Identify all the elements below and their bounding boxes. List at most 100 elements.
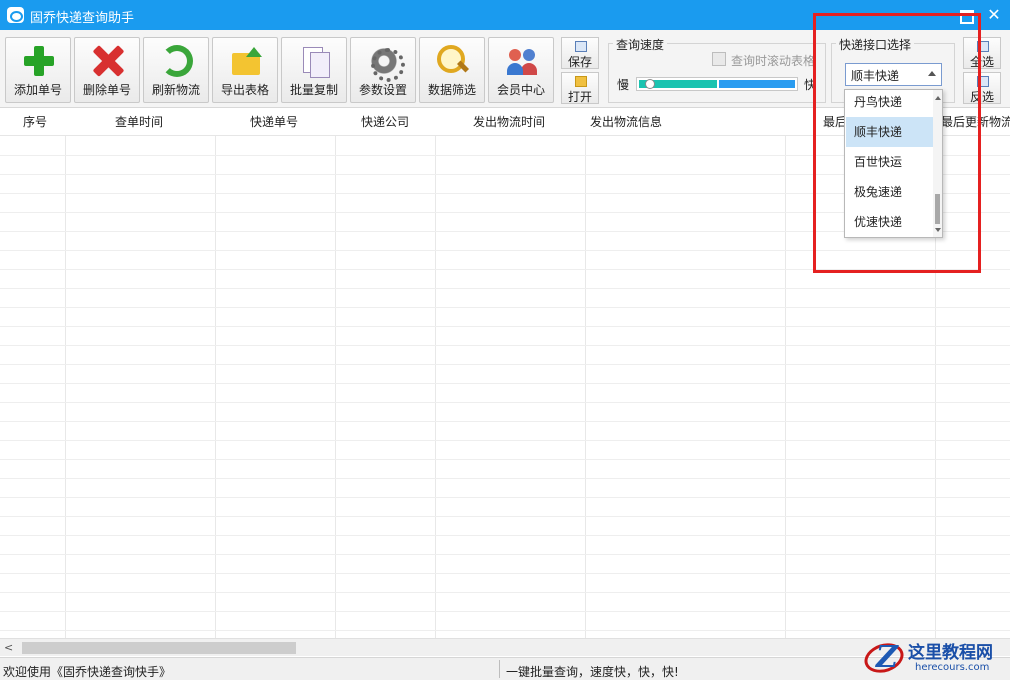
courier-select[interactable]: 顺丰快递 <box>845 63 942 86</box>
dropdown-option[interactable]: 极兔速递 <box>846 177 934 207</box>
slider-rest <box>719 80 795 88</box>
dropdown-scrollbar[interactable] <box>933 90 942 237</box>
refresh-icon <box>161 45 193 77</box>
column-header-index[interactable]: 序号 <box>23 108 47 136</box>
scroll-up-arrow-icon[interactable] <box>935 96 941 100</box>
app-logo-icon <box>7 7 24 23</box>
data-filter-button[interactable]: 数据筛选 <box>419 37 485 103</box>
title-bar: 固乔快递查询助手 ✕ <box>0 0 1010 30</box>
add-number-button[interactable]: 添加单号 <box>5 37 71 103</box>
column-header-last-update[interactable]: 最后更新物流 <box>941 108 1010 136</box>
scroll-left-arrow[interactable]: < <box>4 641 13 654</box>
table-row-divider <box>0 478 1010 479</box>
table-row-divider <box>0 326 1010 327</box>
delete-number-button[interactable]: 删除单号 <box>74 37 140 103</box>
open-label: 打开 <box>567 90 592 104</box>
dropdown-option-selected[interactable]: 顺丰快递 <box>846 117 934 147</box>
status-bar: 欢迎使用《固乔快递查询快手》 一键批量查询，速度快，快，快! <box>0 657 1010 680</box>
refresh-logistics-label: 刷新物流 <box>151 83 200 97</box>
export-icon <box>230 45 262 77</box>
table-row-divider <box>0 345 1010 346</box>
add-number-label: 添加单号 <box>13 83 62 97</box>
export-table-button[interactable]: 导出表格 <box>212 37 278 103</box>
watermark-title: 这里教程网 <box>908 643 993 663</box>
courier-api-title: 快递接口选择 <box>836 36 915 53</box>
chevron-up-icon <box>928 71 936 76</box>
column-header-tracking-number[interactable]: 快递单号 <box>250 108 298 136</box>
settings-button[interactable]: 参数设置 <box>350 37 416 103</box>
horizontal-scrollbar[interactable]: < <box>0 638 1010 656</box>
table-row-divider <box>0 497 1010 498</box>
speed-slow-label: 慢 <box>617 78 630 92</box>
table-row-divider <box>0 383 1010 384</box>
dropdown-option[interactable]: 优速快递 <box>846 207 934 237</box>
table-row-divider <box>0 535 1010 536</box>
scroll-down-arrow-icon[interactable] <box>935 228 941 232</box>
scroll-table-label: 查询时滚动表格 <box>731 54 816 68</box>
open-button[interactable]: 打开 <box>561 72 599 104</box>
scroll-table-checkbox[interactable] <box>712 52 726 66</box>
speed-slider[interactable] <box>636 77 798 91</box>
table-row-divider <box>0 250 1010 251</box>
table-row-divider <box>0 364 1010 365</box>
batch-copy-label: 批量复制 <box>289 83 338 97</box>
scrollbar-thumb[interactable] <box>22 642 296 654</box>
batch-copy-button[interactable]: 批量复制 <box>281 37 347 103</box>
member-icon <box>506 45 538 77</box>
watermark: Z 这里教程网 herecours.com <box>860 636 1008 680</box>
invert-icon <box>977 76 989 87</box>
table-row-divider <box>0 573 1010 574</box>
table-row-divider <box>0 592 1010 593</box>
maximize-button[interactable] <box>952 0 978 30</box>
table-row-divider <box>0 288 1010 289</box>
column-header-ship-info[interactable]: 发出物流信息 <box>590 108 662 136</box>
dropdown-scroll-thumb[interactable] <box>935 194 940 224</box>
table-row-divider <box>0 554 1010 555</box>
export-table-label: 导出表格 <box>220 83 269 97</box>
save-button[interactable]: 保存 <box>561 37 599 69</box>
delete-icon <box>92 45 124 77</box>
table-row-divider <box>0 307 1010 308</box>
refresh-logistics-button[interactable]: 刷新物流 <box>143 37 209 103</box>
query-speed-title: 查询速度 <box>613 36 668 53</box>
dropdown-option[interactable]: 百世快运 <box>846 147 934 177</box>
courier-dropdown-list[interactable]: 丹鸟快递 顺丰快递 百世快运 极兔速递 优速快递 <box>844 89 943 238</box>
add-icon <box>23 45 55 77</box>
table-row-divider <box>0 402 1010 403</box>
table-row-divider <box>0 611 1010 612</box>
close-button[interactable]: ✕ <box>981 0 1007 30</box>
select-all-icon <box>977 41 989 52</box>
minimize-button[interactable] <box>924 0 950 30</box>
table-row-divider <box>0 459 1010 460</box>
table-row-divider <box>0 516 1010 517</box>
data-filter-label: 数据筛选 <box>427 83 476 97</box>
speed-fast-label: 快 <box>804 78 817 92</box>
table-row-divider <box>0 440 1010 441</box>
select-all-button[interactable]: 全选 <box>963 37 1001 69</box>
slider-thumb[interactable] <box>645 79 655 89</box>
member-center-button[interactable]: 会员中心 <box>488 37 554 103</box>
invert-selection-label: 反选 <box>969 90 994 104</box>
folder-icon <box>575 76 587 87</box>
search-icon <box>437 45 469 77</box>
column-header-query-time[interactable]: 查单时间 <box>115 108 163 136</box>
table-row-divider <box>0 269 1010 270</box>
save-icon <box>575 41 587 52</box>
dropdown-option[interactable]: 丹鸟快递 <box>846 90 934 117</box>
watermark-url: herecours.com <box>915 662 990 673</box>
courier-select-value: 顺丰快递 <box>851 69 900 83</box>
table-row-divider <box>0 630 1010 631</box>
watermark-logo: Z <box>860 638 908 678</box>
status-divider <box>499 660 500 678</box>
delete-number-label: 删除单号 <box>82 83 131 97</box>
table-row-divider <box>0 421 1010 422</box>
select-all-label: 全选 <box>969 55 994 69</box>
column-header-courier[interactable]: 快递公司 <box>361 108 409 136</box>
member-center-label: 会员中心 <box>496 83 545 97</box>
window-title: 固乔快递查询助手 <box>30 11 135 26</box>
column-header-ship-time[interactable]: 发出物流时间 <box>473 108 545 136</box>
settings-label: 参数设置 <box>358 83 407 97</box>
invert-selection-button[interactable]: 反选 <box>963 72 1001 104</box>
save-label: 保存 <box>567 55 592 69</box>
status-slogan-text: 一键批量查询，速度快，快，快! <box>506 665 679 679</box>
